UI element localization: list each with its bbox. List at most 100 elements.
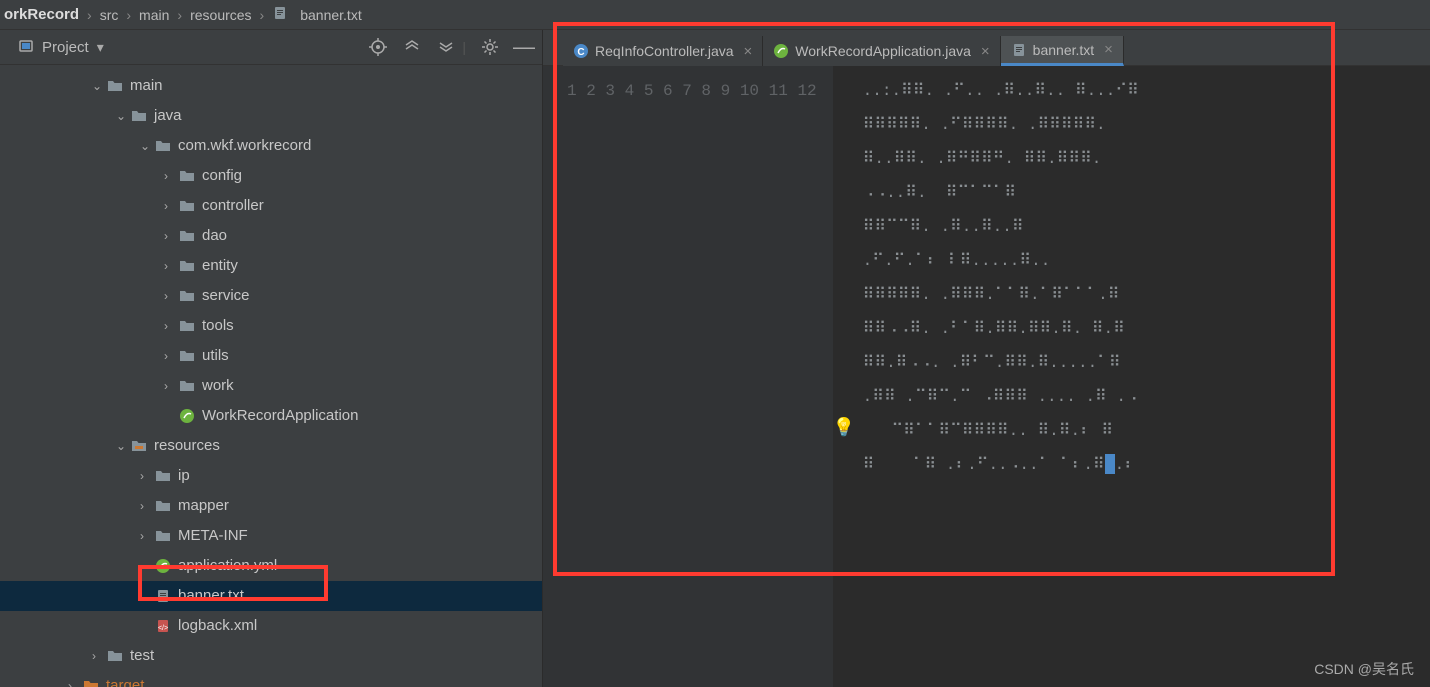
tree-item-resources[interactable]: ⌄ resources	[0, 431, 542, 461]
close-icon[interactable]: ×	[744, 43, 753, 60]
folder-icon	[106, 77, 124, 95]
tree-arrow-icon[interactable]: ›	[164, 191, 178, 221]
editor-area: CReqInfoController.java×WorkRecordApplic…	[543, 30, 1430, 687]
breadcrumb-main[interactable]: main	[135, 7, 173, 23]
tree-item-label: config	[202, 161, 242, 191]
tree-item-controller[interactable]: › controller	[0, 191, 542, 221]
tree-item-label: application.yml	[178, 551, 277, 581]
txt-icon	[154, 587, 172, 605]
tree-arrow-icon[interactable]: ›	[140, 491, 154, 521]
tree-item-java[interactable]: ⌄java	[0, 101, 542, 131]
tree-arrow-icon[interactable]: ⌄	[116, 101, 130, 131]
tree-arrow-icon[interactable]: ⌄	[92, 71, 106, 101]
watermark: CSDN @吴名氏	[1314, 659, 1414, 679]
tree-item-label: com.wkf.workrecord	[178, 131, 311, 161]
tree-item-dao[interactable]: ›dao	[0, 221, 542, 251]
tab-banner-txt[interactable]: banner.txt×	[1001, 36, 1124, 66]
close-icon[interactable]: ×	[1104, 41, 1113, 58]
tree-item-config[interactable]: › config	[0, 161, 542, 191]
locate-icon[interactable]	[368, 37, 388, 57]
tree-arrow-icon[interactable]: ›	[92, 641, 106, 671]
tree-item-main[interactable]: ⌄ main	[0, 71, 542, 101]
tree-arrow-icon[interactable]: ›	[164, 371, 178, 401]
tree-arrow-icon[interactable]: ›	[140, 521, 154, 551]
dropdown-icon[interactable]: ▾	[97, 39, 104, 56]
tree-item-label: WorkRecordApplication	[202, 401, 358, 431]
folder-icon	[154, 467, 172, 485]
svg-text:</>: </>	[158, 625, 168, 632]
tab-label: ReqInfoController.java	[595, 43, 734, 59]
tree-arrow-icon[interactable]: ⌄	[140, 131, 154, 161]
tree-item-application-yml[interactable]: application.yml	[0, 551, 542, 581]
editor-content[interactable]: 💡..:.⠿⠿. .⠋.. .⠿..⠿.. ⠿...⠊⠿ ⠿⠿⠿⠿⠿. .⠋⠿⠿…	[833, 66, 1430, 687]
breadcrumb: orkRecord › src › main › resources › ban…	[0, 0, 1430, 30]
tree-arrow-icon[interactable]: ›	[164, 341, 178, 371]
tab-reqinfocontroller-java[interactable]: CReqInfoController.java×	[563, 36, 763, 66]
tree-item-label: main	[130, 71, 163, 101]
folder-orange-icon	[82, 677, 100, 687]
chevron-right-icon: ›	[256, 7, 269, 23]
tree-item-label: service	[202, 281, 250, 311]
tree-item-utils[interactable]: ›utils	[0, 341, 542, 371]
project-panel-header: Project ▾ | —	[0, 30, 542, 65]
tree-item-ip[interactable]: ›ip	[0, 461, 542, 491]
tree-item-entity[interactable]: › entity	[0, 251, 542, 281]
tree-item-banner-txt[interactable]: banner.txt	[0, 581, 542, 611]
editor-tabs: CReqInfoController.java×WorkRecordApplic…	[543, 30, 1430, 66]
chevron-right-icon: ›	[83, 7, 96, 23]
tree-item-mapper[interactable]: › mapper	[0, 491, 542, 521]
tree-item-logback-xml[interactable]: </>logback.xml	[0, 611, 542, 641]
tree-item-service[interactable]: › service	[0, 281, 542, 311]
breadcrumb-src[interactable]: src	[96, 7, 123, 23]
tree-item-label: entity	[202, 251, 238, 281]
folder-icon	[178, 377, 196, 395]
settings-icon[interactable]	[480, 37, 500, 57]
project-tree[interactable]: ⌄main⌄java⌄com.wkf.workrecord›config›con…	[0, 65, 542, 687]
tree-arrow-icon[interactable]: ›	[140, 461, 154, 491]
breadcrumb-project[interactable]: orkRecord	[0, 6, 83, 23]
minimize-icon[interactable]: —	[514, 37, 534, 57]
tree-arrow-icon[interactable]: ⌄	[116, 431, 130, 461]
chevron-right-icon: ›	[122, 7, 135, 23]
tree-arrow-icon[interactable]: ›	[68, 671, 82, 687]
tree-item-target[interactable]: › target	[0, 671, 542, 687]
tree-item-tools[interactable]: ›tools	[0, 311, 542, 341]
folder-icon	[178, 257, 196, 275]
tree-arrow-icon[interactable]: ›	[164, 161, 178, 191]
tree-item-label: test	[130, 641, 154, 671]
tree-item-label: resources	[154, 431, 220, 461]
close-icon[interactable]: ×	[981, 43, 990, 60]
bulb-icon[interactable]: 💡	[833, 412, 855, 446]
tree-arrow-icon[interactable]: ›	[164, 311, 178, 341]
tree-arrow-icon[interactable]: ›	[164, 281, 178, 311]
expand-all-icon[interactable]	[402, 37, 422, 57]
chevron-right-icon: ›	[173, 7, 186, 23]
spring-icon	[773, 43, 789, 59]
tree-item-meta-inf[interactable]: › META-INF	[0, 521, 542, 551]
resources-icon	[130, 437, 148, 455]
folder-icon	[154, 497, 172, 515]
txt-icon	[1011, 42, 1027, 58]
project-view-icon	[18, 38, 34, 57]
tree-item-label: target	[106, 671, 144, 687]
collapse-all-icon[interactable]	[436, 37, 456, 57]
tree-item-label: mapper	[178, 491, 229, 521]
folder-icon	[178, 317, 196, 335]
tab-workrecordapplication-java[interactable]: WorkRecordApplication.java ×	[763, 36, 1000, 66]
tree-item-test[interactable]: › test	[0, 641, 542, 671]
breadcrumb-file[interactable]: banner.txt	[296, 7, 366, 23]
tree-item-work[interactable]: ›work	[0, 371, 542, 401]
tree-item-label: banner.txt	[178, 581, 244, 611]
tree-arrow-icon[interactable]: ›	[164, 251, 178, 281]
breadcrumb-resources[interactable]: resources	[186, 7, 255, 23]
tree-arrow-icon[interactable]: ›	[164, 221, 178, 251]
tab-label: WorkRecordApplication.java	[795, 43, 971, 59]
folder-blue-icon	[130, 107, 148, 125]
tree-item-label: controller	[202, 191, 264, 221]
code-editor[interactable]: 1 2 3 4 5 6 7 8 9 10 11 12 💡..:.⠿⠿. .⠋..…	[543, 66, 1430, 687]
tree-item-label: META-INF	[178, 521, 248, 551]
tree-item-com-wkf-workrecord[interactable]: ⌄ com.wkf.workrecord	[0, 131, 542, 161]
tree-item-workrecordapplication[interactable]: WorkRecordApplication	[0, 401, 542, 431]
project-sidebar: Project ▾ | — ⌄main⌄java⌄com.wkf.workrec…	[0, 30, 543, 687]
folder-icon	[178, 287, 196, 305]
